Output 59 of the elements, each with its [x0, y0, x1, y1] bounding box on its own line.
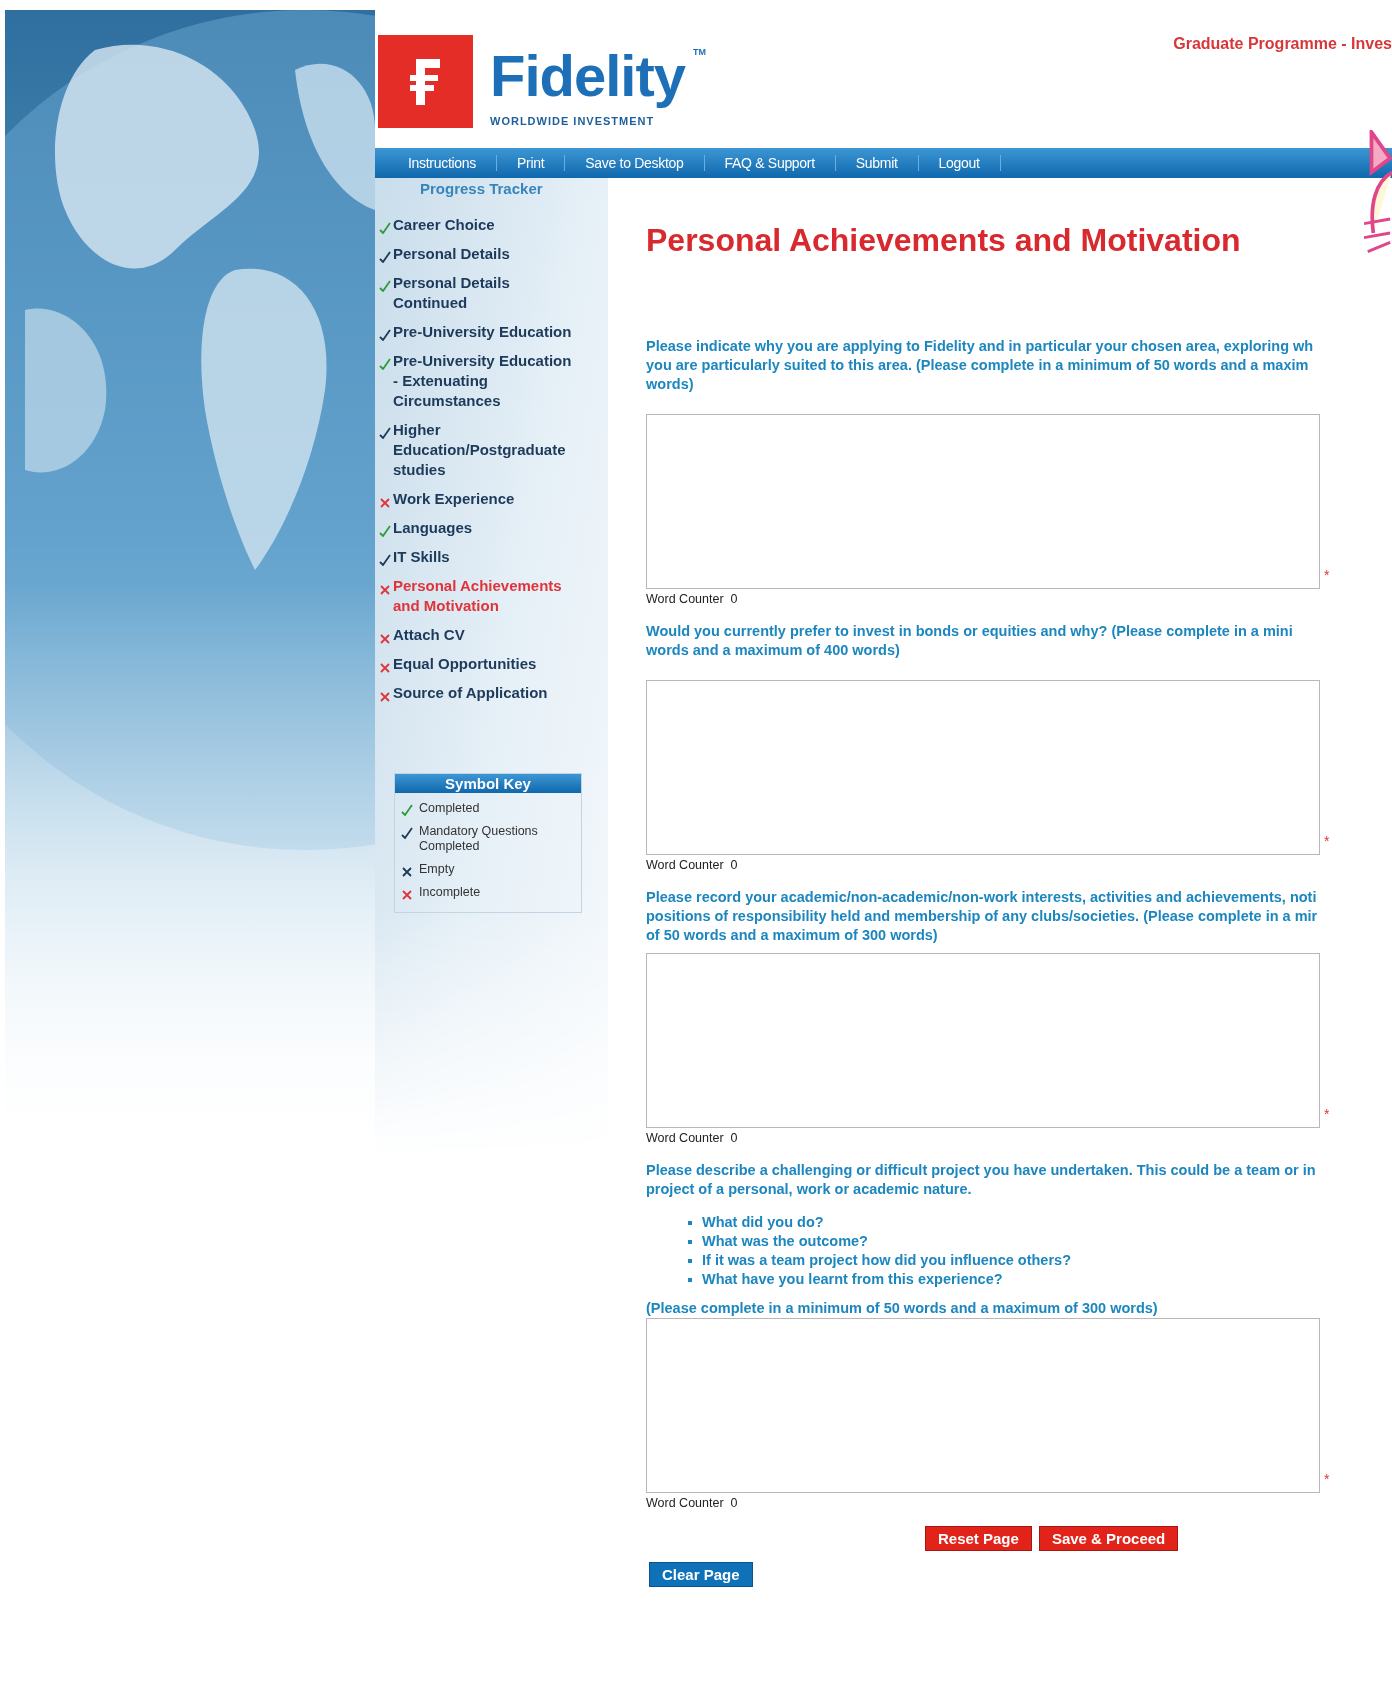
- question-text: Would you currently prefer to invest in bonds or equities and why? (Please complete in a mini words and a maximum of 400 words): [646, 622, 1294, 660]
- progress-tracker-title: Progress Tracker: [419, 180, 544, 197]
- clear-page-button[interactable]: Clear Page: [649, 1562, 753, 1587]
- symbol-key-title: Symbol Key: [395, 774, 581, 793]
- nav-link[interactable]: Submit: [835, 155, 919, 171]
- tracker-link[interactable]: Higher Education/Postgraduate studies: [393, 420, 566, 480]
- tracker-link[interactable]: Pre-University Education - Extenuating Circumstances: [393, 351, 572, 411]
- reset-page-button[interactable]: Reset Page: [925, 1526, 1032, 1551]
- answer-field[interactable]: [646, 414, 1320, 589]
- save-proceed-button[interactable]: Save & Proceed: [1038, 1526, 1179, 1551]
- key-label: Mandatory Questions Completed: [419, 824, 538, 854]
- nav-link[interactable]: Instructions: [408, 155, 497, 171]
- tracker-link[interactable]: Personal Details: [393, 244, 510, 264]
- answer-field[interactable]: [646, 953, 1320, 1128]
- required-mark: *: [1324, 1106, 1330, 1122]
- tracker-link[interactable]: Attach CV: [393, 625, 465, 645]
- tracker-link[interactable]: Personal Achievements and Motivation: [393, 576, 562, 616]
- brand-tagline: WORLDWIDE INVESTMENT: [490, 115, 656, 127]
- question-text: Please describe a challenging or difficult project you have undertaken. This could be a team or in project of a personal, work or academic nature.: [646, 1161, 1317, 1199]
- answer-field[interactable]: [646, 680, 1320, 855]
- tracker-link[interactable]: Career Choice: [393, 215, 495, 235]
- bullet-icon: [688, 1220, 692, 1225]
- word-counter: Word Counter 0: [646, 592, 739, 606]
- bullet-icon: [688, 1277, 692, 1282]
- tracker-link[interactable]: Pre-University Education: [393, 322, 572, 342]
- question-point: What did you do?: [702, 1213, 824, 1232]
- question-text: Please record your academic/non-academic/non-work interests, activities and achievements, noti positions of responsibility held and membership of any clubs/societies. (Please complete in a mir of 50 words and a maximum of 300 words): [646, 888, 1319, 945]
- required-mark: *: [1324, 567, 1330, 583]
- bullet-icon: [688, 1258, 692, 1263]
- nav-link[interactable]: Print: [497, 155, 566, 171]
- required-mark: *: [1324, 1471, 1330, 1487]
- nav-link[interactable]: Logout: [918, 155, 1001, 171]
- trademark: TM: [693, 47, 707, 57]
- brand-name: Fidelity: [490, 43, 686, 109]
- answer-field[interactable]: [646, 1318, 1320, 1493]
- tracker-link[interactable]: Languages: [393, 518, 473, 538]
- tracker-link[interactable]: Work Experience: [393, 489, 515, 509]
- nav-link[interactable]: Save to Desktop: [565, 155, 705, 171]
- question-text: Please indicate why you are applying to Fidelity and in particular your chosen area, exploring wh you are particularly suited to this area. (Please complete in a minimum of 50 words and a maxim words): [646, 337, 1315, 394]
- page-title: Personal Achievements and Motivation: [646, 222, 1242, 259]
- key-label: Incomplete: [419, 885, 481, 900]
- question-point: What was the outcome?: [702, 1232, 868, 1251]
- question-point: If it was a team project how did you influence others?: [702, 1251, 1071, 1270]
- question-point: What have you learnt from this experience?: [702, 1270, 1003, 1289]
- question-note: (Please complete in a minimum of 50 words and a maximum of 300 words): [646, 1299, 1159, 1318]
- required-mark: *: [1324, 833, 1330, 849]
- key-label: Empty: [419, 862, 455, 877]
- word-counter: Word Counter 0: [646, 1131, 739, 1145]
- bullet-icon: [688, 1239, 692, 1244]
- key-label: Completed: [419, 801, 480, 816]
- tracker-link[interactable]: Source of Application: [393, 683, 548, 703]
- word-counter: Word Counter 0: [646, 1496, 739, 1510]
- nav-link[interactable]: FAQ & Support: [704, 155, 836, 171]
- tracker-link[interactable]: Personal Details Continued: [393, 273, 510, 313]
- programme-title: Graduate Programme - Inves: [1173, 35, 1392, 53]
- tracker-link[interactable]: Equal Opportunities: [393, 654, 537, 674]
- word-counter: Word Counter 0: [646, 858, 739, 872]
- tracker-link[interactable]: IT Skills: [393, 547, 450, 567]
- logo-mark-icon: [378, 35, 473, 128]
